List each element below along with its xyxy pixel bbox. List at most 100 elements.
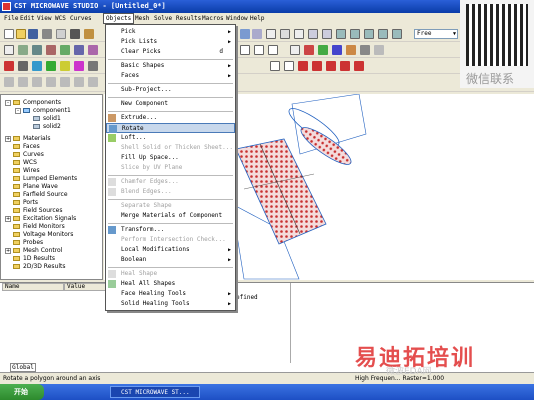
menu-item-sub-project[interactable]: Sub-Project... [106, 85, 235, 95]
view-back-icon[interactable] [322, 29, 332, 39]
rect-icon[interactable] [46, 77, 56, 87]
menu-item-new-component[interactable]: New Component [106, 99, 235, 109]
menu-mesh[interactable]: Mesh [133, 13, 151, 24]
menu-curves[interactable]: Curves [68, 13, 94, 24]
menu-solve[interactable]: Solve [152, 13, 174, 24]
menu-item-transform[interactable]: Transform... [106, 225, 235, 235]
save-icon[interactable] [28, 29, 38, 39]
wireframe-icon[interactable] [254, 45, 264, 55]
menu-results[interactable]: Results [174, 13, 203, 24]
menu-help[interactable]: Help [248, 13, 266, 24]
menu-item-extrude[interactable]: Extrude... [106, 113, 235, 123]
collapse-icon[interactable]: - [5, 100, 11, 106]
edit-curve-icon[interactable] [326, 61, 336, 71]
cut-curve-icon[interactable] [312, 61, 322, 71]
menu-item-pick[interactable]: Pick ▶ [106, 27, 235, 37]
menu-item-face-healing-tools[interactable]: Face Healing Tools ▶ [106, 289, 235, 299]
menu-item-heal-all-shapes[interactable]: Heal All Shapes [106, 279, 235, 289]
brick-icon[interactable] [46, 45, 56, 55]
offset-icon[interactable] [354, 61, 364, 71]
delete-icon[interactable] [298, 61, 308, 71]
menu-item-rotate[interactable]: Rotate [106, 123, 235, 133]
taskbar-app-button[interactable]: CST MICROWAVE ST... [110, 386, 200, 398]
zoom-fit-icon[interactable] [252, 29, 262, 39]
menu-view[interactable]: View [35, 13, 53, 24]
arc-icon[interactable] [60, 61, 70, 71]
menu-wcs[interactable]: WCS [53, 13, 68, 24]
trim-icon[interactable] [270, 61, 280, 71]
cut-icon[interactable] [70, 29, 80, 39]
spline-icon[interactable] [46, 61, 56, 71]
menu-item-faces[interactable]: Faces ▶ [106, 71, 235, 81]
working-plane-icon[interactable] [268, 45, 278, 55]
open-folder-icon[interactable] [16, 29, 26, 39]
view-bottom-icon[interactable] [364, 29, 374, 39]
boundary-icon[interactable] [332, 45, 342, 55]
circle-tool-icon[interactable] [60, 77, 70, 87]
monitor-icon[interactable] [318, 45, 328, 55]
grid-icon[interactable] [240, 45, 250, 55]
solver-icon[interactable] [360, 45, 370, 55]
line-icon[interactable] [18, 61, 28, 71]
sphere-icon[interactable] [60, 45, 70, 55]
menu-item-label: Blend Edges... [121, 188, 172, 195]
menu-item-basic-shapes[interactable]: Basic Shapes ▶ [106, 61, 235, 71]
arc-tool-icon[interactable] [18, 77, 28, 87]
extend-icon[interactable] [284, 61, 294, 71]
mirror-icon[interactable] [340, 61, 350, 71]
zoom-icon[interactable] [240, 29, 250, 39]
mesh-view-icon[interactable] [290, 45, 300, 55]
menu-item-boolean[interactable]: Boolean ▶ [106, 255, 235, 265]
solid1-shape[interactable] [231, 138, 327, 280]
view-top-icon[interactable] [350, 29, 360, 39]
menu-item-intersection-check: Perform Intersection Check... [106, 235, 235, 245]
wcs-icon[interactable] [294, 29, 304, 39]
cone-icon[interactable] [88, 45, 98, 55]
menu-item-local-modifications[interactable]: Local Modifications ▶ [106, 245, 235, 255]
view-front-icon[interactable] [308, 29, 318, 39]
collapse-icon[interactable]: - [15, 108, 21, 114]
view-left-icon[interactable] [378, 29, 388, 39]
menu-item-loft[interactable]: Loft... [106, 133, 235, 143]
pick-icon[interactable] [4, 45, 14, 55]
menu-item-fill-up-space[interactable]: Fill Up Space... [106, 153, 235, 163]
expand-icon[interactable]: + [5, 216, 11, 222]
menu-window[interactable]: Window [224, 13, 250, 24]
expand-icon[interactable]: + [5, 248, 11, 254]
view-iso-icon[interactable] [336, 29, 346, 39]
menu-item-clear-picks[interactable]: Clear Picks d [106, 47, 235, 57]
port-icon[interactable] [304, 45, 314, 55]
circle-icon[interactable] [74, 61, 84, 71]
pick-face-icon[interactable] [32, 45, 42, 55]
parameter-icon[interactable] [374, 45, 384, 55]
menu-objects[interactable]: Objects [103, 13, 135, 24]
line-tool-icon[interactable] [4, 77, 14, 87]
cylinder-icon[interactable] [74, 45, 84, 55]
polyline-icon[interactable] [32, 77, 42, 87]
ellipse-icon[interactable] [88, 61, 98, 71]
menu-item-pick-lists[interactable]: Pick Lists ▶ [106, 37, 235, 47]
view-right-icon[interactable] [392, 29, 402, 39]
tab-global[interactable]: Global [10, 363, 36, 372]
copy-icon[interactable] [56, 29, 66, 39]
pick-edge-icon[interactable] [18, 45, 28, 55]
pan-icon[interactable] [280, 29, 290, 39]
symmetry-icon[interactable] [346, 45, 356, 55]
view-mode-dropdown[interactable]: Free ▼ [414, 29, 458, 39]
menu-item-merge-materials[interactable]: Merge Materials of Component [106, 211, 235, 221]
col-header-name[interactable]: Name [2, 283, 64, 291]
analytical-icon[interactable] [88, 77, 98, 87]
print-icon[interactable] [42, 29, 52, 39]
rotate-view-icon[interactable] [266, 29, 276, 39]
menu-macros[interactable]: Macros [200, 13, 226, 24]
spline-tool-icon[interactable] [74, 77, 84, 87]
polygon-icon[interactable] [32, 61, 42, 71]
start-button[interactable]: 开始 [0, 384, 44, 400]
paste-icon[interactable] [84, 29, 94, 39]
new-file-icon[interactable] [4, 29, 14, 39]
curve-icon[interactable] [4, 61, 14, 71]
expand-icon[interactable]: + [5, 136, 11, 142]
menu-item-solid-healing-tools[interactable]: Solid Healing Tools ▶ [106, 299, 235, 309]
menu-edit[interactable]: Edit [18, 13, 36, 24]
solid2-shape[interactable] [285, 94, 367, 170]
